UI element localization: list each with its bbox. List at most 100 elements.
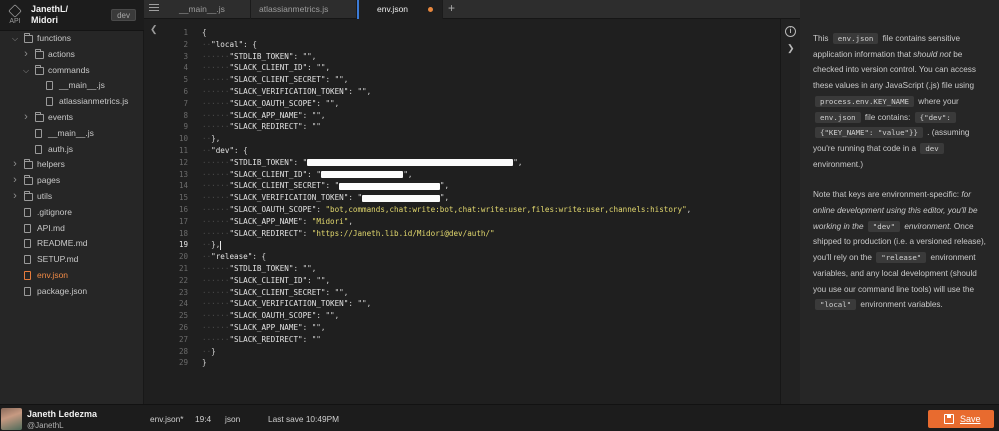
code-line[interactable]: ······"SLACK_VERIFICATION_TOKEN": "",: [202, 298, 691, 310]
folder-item[interactable]: ⌵ commands: [0, 63, 144, 79]
code-line[interactable]: ······"SLACK_REDIRECT": "": [202, 121, 691, 133]
tree-item-label: pages: [37, 175, 61, 186]
new-tab-plus-icon[interactable]: +: [448, 1, 455, 15]
chevron-right-icon[interactable]: ›: [22, 110, 30, 126]
file-item[interactable]: package.json: [0, 284, 144, 300]
file-item[interactable]: __main__.js: [0, 78, 144, 94]
code-line[interactable]: ··"dev": {: [202, 145, 691, 157]
file-item[interactable]: env.json: [0, 268, 144, 284]
code-line[interactable]: ······"SLACK_APP_NAME": "Midori",: [202, 216, 691, 228]
code-line[interactable]: ··},: [202, 239, 691, 251]
info-icon[interactable]: i: [785, 26, 796, 37]
file-item[interactable]: __main__.js: [0, 126, 144, 142]
file-item[interactable]: API.md: [0, 221, 144, 237]
chevron-down-icon[interactable]: ⌵: [11, 31, 19, 47]
code-line[interactable]: ······"SLACK_APP_NAME": "",: [202, 322, 691, 334]
file-icon: [24, 223, 31, 233]
chevron-right-icon[interactable]: ›: [11, 173, 19, 189]
code-line[interactable]: ······"SLACK_APP_NAME": "",: [202, 110, 691, 122]
json-punctuation: : "": [302, 334, 321, 344]
emphasis-text: should not: [913, 49, 951, 59]
text-cursor: [220, 240, 222, 250]
code-line[interactable]: {: [202, 27, 691, 39]
folder-icon: [24, 33, 33, 43]
code-line[interactable]: ······"SLACK_OAUTH_SCOPE": "",: [202, 310, 691, 322]
json-key: "SLACK_CLIENT_SECRET": [229, 75, 326, 85]
line-number: 11: [178, 145, 188, 155]
json-punctuation: ,: [686, 204, 692, 214]
collapse-sidebar-chevron-icon[interactable]: ❮: [150, 24, 158, 35]
code-line[interactable]: }: [202, 357, 691, 369]
chevron-right-icon[interactable]: ›: [11, 157, 19, 173]
indent-guide: ······: [202, 334, 230, 344]
json-punctuation: : ": [325, 181, 340, 191]
file-item[interactable]: auth.js: [0, 142, 144, 158]
code-line[interactable]: ······"SLACK_CLIENT_SECRET": "",: [202, 74, 691, 86]
status-language-mode[interactable]: json: [225, 414, 240, 424]
folder-item[interactable]: › utils: [0, 189, 144, 205]
expand-panel-chevron-icon[interactable]: ❯: [787, 43, 795, 54]
project-title[interactable]: JanethL/ Midori: [31, 4, 68, 26]
chevron-right-icon[interactable]: ›: [11, 189, 19, 205]
code-line[interactable]: ··"release": {: [202, 251, 691, 263]
chevron-right-icon[interactable]: ›: [22, 47, 30, 63]
code-line[interactable]: ··}: [202, 346, 691, 358]
redacted-value: [307, 159, 514, 167]
code-line[interactable]: ······"STDLIB_TOKEN": "",: [202, 263, 691, 275]
chevron-down-icon[interactable]: ⌵: [22, 63, 30, 79]
json-punctuation: :: [302, 216, 312, 226]
code-line[interactable]: ······"SLACK_CLIENT_ID": "",: [202, 62, 691, 74]
save-button[interactable]: Save: [928, 410, 994, 428]
file-item[interactable]: README.md: [0, 236, 144, 252]
folder-item[interactable]: › events: [0, 110, 144, 126]
folder-item[interactable]: ⌵ functions: [0, 31, 144, 47]
line-number: 8: [183, 110, 188, 120]
environment-badge[interactable]: dev: [111, 9, 136, 21]
redacted-value: [362, 194, 440, 202]
indent-guide: ······: [202, 110, 230, 120]
menu-icon[interactable]: [149, 4, 159, 14]
tab-env-json[interactable]: env.json: [357, 0, 443, 19]
code-line[interactable]: ··},: [202, 133, 691, 145]
inline-code: "dev": [867, 220, 901, 232]
code-editor[interactable]: ❮ 1 2 3 4 5 6 7 8 9 10 11 12 13 14 15 16 17 18 19 20 21 22 23 2…: [144, 19, 780, 404]
code-line[interactable]: ······"SLACK_VERIFICATION_TOKEN": "",: [202, 192, 691, 204]
avatar[interactable]: [1, 408, 22, 430]
line-number: 22: [178, 275, 188, 285]
file-icon: [24, 207, 31, 217]
help-text: Note that keys are environment-specific:: [813, 190, 962, 200]
code-line[interactable]: ······"SLACK_REDIRECT": "": [202, 334, 691, 346]
line-number: 6: [183, 86, 188, 96]
code-line[interactable]: ······"STDLIB_TOKEN": "",: [202, 51, 691, 63]
tab-atlassianmetrics-js[interactable]: atlassianmetrics.js: [251, 0, 357, 19]
indent-guide: ······: [202, 122, 230, 132]
line-number: 28: [178, 346, 188, 356]
folder-item[interactable]: › helpers: [0, 157, 144, 173]
file-item[interactable]: atlassianmetrics.js: [0, 94, 144, 110]
help-paragraph-sensitive-info: This env.json file contains sensitive ap…: [813, 31, 991, 172]
file-item[interactable]: .gitignore: [0, 205, 144, 221]
folder-item[interactable]: › actions: [0, 47, 144, 63]
json-key: "SLACK_REDIRECT": [229, 334, 303, 344]
code-line[interactable]: ······"SLACK_REDIRECT": "https://Janeth.…: [202, 228, 691, 240]
code-line[interactable]: ······"STDLIB_TOKEN": "",: [202, 157, 691, 169]
line-number: 12: [178, 157, 188, 167]
folder-icon: [35, 64, 44, 75]
code-content[interactable]: {··"local": {······"STDLIB_TOKEN": "", ··…: [202, 27, 691, 369]
tree-item-label: API.md: [37, 222, 65, 233]
code-line[interactable]: ······"SLACK_CLIENT_SECRET": "",: [202, 180, 691, 192]
folder-item[interactable]: › pages: [0, 173, 144, 189]
code-line[interactable]: ······"SLACK_CLIENT_SECRET": "",: [202, 287, 691, 299]
code-line[interactable]: ······"SLACK_OAUTH_SCOPE": "bot,commands…: [202, 204, 691, 216]
tab-main-js[interactable]: __main__.js: [171, 0, 251, 19]
code-line[interactable]: ······"SLACK_CLIENT_ID": "",: [202, 275, 691, 287]
json-key: "SLACK_REDIRECT": [229, 122, 303, 132]
code-line[interactable]: ······"SLACK_VERIFICATION_TOKEN": "",: [202, 86, 691, 98]
tree-item-label: actions: [48, 48, 75, 59]
code-line[interactable]: ··"local": {: [202, 39, 691, 51]
user-profile[interactable]: Janeth Ledezma @JanethL: [0, 404, 144, 431]
code-line[interactable]: ······"SLACK_CLIENT_ID": "",: [202, 169, 691, 181]
code-line[interactable]: ······"SLACK_OAUTH_SCOPE": "",: [202, 98, 691, 110]
file-icon: [24, 255, 31, 265]
file-item[interactable]: SETUP.md: [0, 252, 144, 268]
